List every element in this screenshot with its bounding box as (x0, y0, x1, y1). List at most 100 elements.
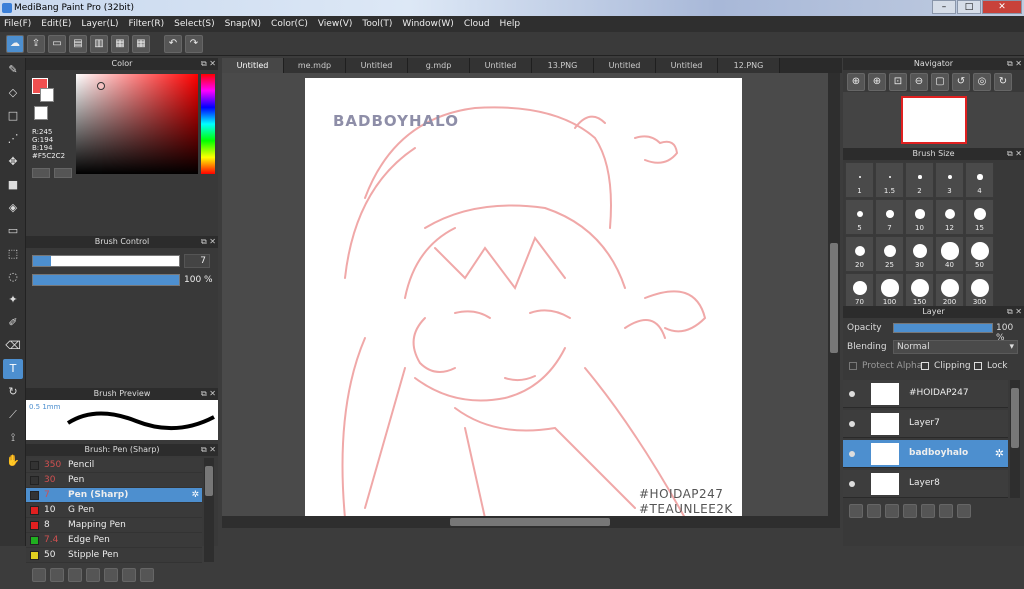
brush-size-cell[interactable]: 10 (905, 199, 934, 235)
navigator-preview[interactable] (843, 92, 1024, 148)
merge-down-icon[interactable] (957, 504, 971, 518)
select-pen-icon[interactable]: ✐ (3, 313, 23, 333)
brush-size-cell[interactable]: 300 (965, 273, 994, 306)
visibility-eye-icon[interactable] (849, 451, 855, 457)
tab-g-mdp[interactable]: g.mdp (408, 58, 470, 73)
transparent-swatch[interactable] (34, 106, 48, 120)
layer-row[interactable]: Layer7 (843, 410, 1008, 438)
panel-controls-icon[interactable]: ⧉ ✕ (201, 58, 216, 70)
drawing-page[interactable]: BADBOYHALO #HOIDAP247 #TEAUNLEE2K (305, 78, 742, 516)
brush-item[interactable]: 30 Pen (26, 473, 202, 488)
gear-icon[interactable]: ✲ (191, 488, 199, 503)
zoom-in-icon[interactable]: ⊕ (868, 73, 886, 91)
grid-icon[interactable]: ▦ (132, 34, 150, 53)
redo-icon[interactable]: ↷ (185, 34, 203, 53)
brush-size-cell[interactable]: 100 (875, 273, 904, 306)
divide-tool-icon[interactable]: ⟋ (3, 405, 23, 425)
brush-list-scrollbar[interactable] (204, 458, 214, 562)
visibility-eye-icon[interactable] (849, 421, 855, 427)
protect-alpha-checkbox[interactable] (849, 362, 857, 370)
brush-size-cell[interactable]: 150 (905, 273, 934, 306)
brush-copy-icon[interactable] (86, 568, 100, 582)
panel-controls-icon[interactable]: ⧉ ✕ (1007, 58, 1022, 70)
brush-size-cell[interactable]: 70 (845, 273, 874, 306)
menu-file[interactable]: File(F) (4, 19, 31, 29)
folder-icon[interactable] (921, 504, 935, 518)
color-picker-button[interactable] (54, 168, 72, 178)
brush-size-cell[interactable]: 3 (935, 162, 964, 198)
panel-controls-icon[interactable]: ⧉ ✕ (1007, 306, 1022, 318)
fit-icon[interactable]: ⊡ (889, 73, 907, 91)
canvas-horizontal-scrollbar[interactable] (222, 516, 840, 528)
brush-item-selected[interactable]: 7 Pen (Sharp) ✲ (26, 488, 202, 503)
panel-controls-icon[interactable]: ⧉ ✕ (201, 236, 216, 248)
new-layer-1bit-icon[interactable] (885, 504, 899, 518)
menu-edit[interactable]: Edit(E) (41, 19, 71, 29)
panel-controls-icon[interactable]: ⧉ ✕ (201, 444, 216, 456)
chat-icon[interactable]: ▤ (69, 34, 87, 53)
rotate-right-icon[interactable]: ↻ (994, 73, 1012, 91)
hand-tool-icon[interactable]: ✋ (3, 451, 23, 471)
eyedropper-icon[interactable]: ⟟ (3, 428, 23, 448)
tab-me-mdp[interactable]: me.mdp (284, 58, 346, 73)
layer-row[interactable]: #HOIDAP247 (843, 380, 1008, 408)
tab-untitled[interactable]: Untitled (656, 58, 718, 73)
layer-scrollbar[interactable] (1010, 380, 1020, 498)
maximize-button[interactable]: □ (957, 0, 981, 14)
gear-icon[interactable]: ✲ (995, 447, 1004, 460)
brush-item[interactable]: 50 Stipple Pen (26, 548, 202, 563)
lock-checkbox[interactable] (974, 362, 982, 370)
brush-item[interactable]: 350 Pencil (26, 458, 202, 473)
tab-untitled[interactable]: Untitled (346, 58, 408, 73)
brush-size-cell[interactable]: 15 (965, 199, 994, 235)
lasso-tool-icon[interactable]: ◌ (3, 267, 23, 287)
brush-size-cell[interactable]: 12 (935, 199, 964, 235)
layer-opacity-slider[interactable] (893, 323, 993, 333)
rect-shape-icon[interactable]: □ (3, 106, 23, 126)
pages-icon[interactable]: ▦ (111, 34, 129, 53)
canvas-vertical-scrollbar[interactable] (828, 73, 840, 516)
saturation-value-field[interactable] (76, 74, 198, 174)
fill-rect-icon[interactable]: ■ (3, 175, 23, 195)
menu-window[interactable]: Window(W) (402, 19, 453, 29)
page-icon[interactable]: ▥ (90, 34, 108, 53)
brush-size-cell[interactable]: 1 (845, 162, 874, 198)
new-brush-icon[interactable] (50, 568, 64, 582)
brush-size-cell[interactable]: 7 (875, 199, 904, 235)
menu-cloud[interactable]: Cloud (464, 19, 490, 29)
brush-menu-icon[interactable] (68, 568, 82, 582)
cloud-icon[interactable]: ☁ (6, 34, 24, 53)
tab-12-png[interactable]: 12.PNG (718, 58, 780, 73)
brush-opacity-slider[interactable] (32, 274, 180, 286)
menu-color[interactable]: Color(C) (271, 19, 308, 29)
menu-layer[interactable]: Layer(L) (81, 19, 118, 29)
brush-size-slider[interactable] (32, 255, 180, 267)
menu-filter[interactable]: Filter(R) (129, 19, 165, 29)
color-mode-button[interactable] (32, 168, 50, 178)
close-button[interactable]: ✕ (982, 0, 1022, 14)
brush-size-cell[interactable]: 200 (935, 273, 964, 306)
layer-row-selected[interactable]: badboyhalo ✲ (843, 440, 1008, 468)
zoom-out-icon[interactable]: ⊖ (910, 73, 928, 91)
operation-tool-icon[interactable]: ↻ (3, 382, 23, 402)
hue-slider[interactable] (201, 74, 215, 174)
actual-size-icon[interactable]: ▢ (931, 73, 949, 91)
rotate-left-icon[interactable]: ↺ (952, 73, 970, 91)
gradient-tool-icon[interactable]: ▭ (3, 221, 23, 241)
brush-item[interactable]: 8 Mapping Pen (26, 518, 202, 533)
tab-untitled[interactable]: Untitled (470, 58, 532, 73)
brush-size-value[interactable]: 7 (184, 254, 210, 268)
undo-icon[interactable]: ↶ (164, 34, 182, 53)
clipping-checkbox[interactable] (921, 362, 929, 370)
rotate-reset-icon[interactable]: ◎ (973, 73, 991, 91)
menu-snap[interactable]: Snap(N) (225, 19, 261, 29)
duplicate-icon[interactable] (122, 568, 136, 582)
brush-size-cell[interactable]: 50 (965, 236, 994, 272)
brush-size-cell[interactable]: 2 (905, 162, 934, 198)
share-icon[interactable]: ⇪ (27, 34, 45, 53)
brush-item[interactable]: 10 G Pen (26, 503, 202, 518)
brush-size-cell[interactable]: 25 (875, 236, 904, 272)
brush-size-cell[interactable]: 40 (935, 236, 964, 272)
select-eraser-icon[interactable]: ⌫ (3, 336, 23, 356)
eraser-tool-icon[interactable]: ◇ (3, 83, 23, 103)
